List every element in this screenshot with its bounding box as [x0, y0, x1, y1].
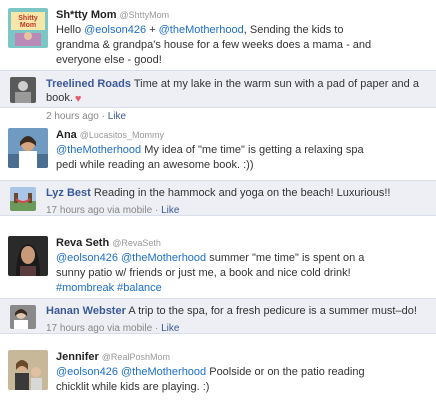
author-name[interactable]: Sh*tty Mom	[56, 9, 117, 21]
separator: ·	[152, 323, 162, 334]
tweet-body: Reva Seth @RevaSeth @eolson426 @theMother…	[56, 236, 426, 296]
tweet-ana: Ana @Lucasitos_Mommy @theMotherhood My id…	[0, 120, 436, 174]
timestamp[interactable]: 17 hours ago via mobile	[46, 323, 152, 334]
text: chicklit while kids are playing. :)	[56, 381, 210, 393]
author-handle[interactable]: @RealPoshMom	[102, 352, 170, 362]
facebook-comment-hanan-webster: Hanan Webster A trip to the spa, for a f…	[0, 298, 436, 334]
author-name[interactable]: Jennifer	[56, 351, 99, 363]
timestamp[interactable]: 17 hours ago via mobile	[46, 205, 152, 216]
text: Reading in the hammock and yoga on the b…	[90, 187, 391, 199]
facebook-comment-lyz-best: Lyz Best Reading in the hammock and yoga…	[0, 180, 436, 216]
tweet-body: Jennifer @RealPoshMom @eolson426 @theMoth…	[56, 350, 426, 395]
tweet-reva-seth: Reva Seth @RevaSeth @eolson426 @theMother…	[0, 228, 436, 294]
tweet-body: Ana @Lucasitos_Mommy @theMotherhood My id…	[56, 128, 426, 173]
text: A trip to the spa, for a fresh pedicure …	[125, 305, 417, 317]
text: Poolside or on the patio reading	[206, 366, 365, 378]
text: grandma & grandpa's house for a few week…	[56, 39, 372, 51]
author-name[interactable]: Ana	[56, 129, 77, 141]
tweet-body: Sh*tty Mom @ShttyMom Hello @eolson426 + @…	[56, 8, 426, 68]
avatar[interactable]	[8, 236, 48, 276]
text: Hello	[56, 24, 85, 36]
avatar[interactable]	[8, 350, 48, 390]
comment-body: Treelined Roads Time at my lake in the w…	[46, 77, 428, 124]
avatar[interactable]: Shitty Mom	[8, 8, 48, 48]
separator: ·	[152, 205, 162, 216]
text: summer "me time" is spent on a	[206, 252, 365, 264]
heart-icon: ♥	[74, 93, 82, 105]
avatar[interactable]	[10, 187, 36, 211]
mention-link[interactable]: @theMotherhood	[56, 144, 141, 156]
comment-body: Lyz Best Reading in the hammock and yoga…	[46, 186, 428, 218]
avatar[interactable]	[8, 128, 48, 168]
hashtag-link[interactable]: #balance	[117, 282, 162, 294]
author-handle[interactable]: @RevaSeth	[112, 238, 161, 248]
text: My idea of "me time" is getting a relaxi…	[141, 144, 364, 156]
mention-link[interactable]: @eolson426	[56, 252, 118, 264]
author-name[interactable]: Treelined Roads	[46, 78, 131, 90]
author-handle[interactable]: @ShttyMom	[120, 10, 170, 20]
author-name[interactable]: Hanan Webster	[46, 305, 126, 317]
tweet-shttymom: Shitty Mom Sh*tty Mom @ShttyMom Hello @eo…	[0, 0, 436, 66]
svg-text:Shitty: Shitty	[18, 15, 38, 22]
mention-link[interactable]: @eolson426	[84, 24, 146, 36]
facebook-comment-treelined-roads: Treelined Roads Time at my lake in the w…	[0, 70, 436, 122]
hashtag-link[interactable]: #mombreak	[56, 282, 114, 294]
svg-text:Mom: Mom	[20, 22, 36, 29]
comment-body: Hanan Webster A trip to the spa, for a f…	[46, 304, 428, 336]
author-handle[interactable]: @Lucasitos_Mommy	[80, 130, 164, 140]
mention-link[interactable]: @theMotherhood	[121, 366, 206, 378]
avatar[interactable]	[10, 77, 36, 103]
mention-link[interactable]: @eolson426	[56, 366, 118, 378]
mention-link[interactable]: @theMotherhood	[159, 24, 244, 36]
tweet-jennifer: Jennifer @RealPoshMom @eolson426 @theMoth…	[0, 344, 436, 400]
avatar[interactable]	[10, 305, 36, 329]
mention-link[interactable]: @theMotherhood	[121, 252, 206, 264]
text: +	[146, 24, 159, 36]
like-link[interactable]: Like	[161, 323, 179, 334]
author-name[interactable]: Reva Seth	[56, 237, 109, 249]
text: pedi while reading an awesome book. :))	[56, 159, 254, 171]
text: everyone else - good!	[56, 54, 162, 66]
text: sunny patio w/ friends or just me, a boo…	[56, 267, 351, 279]
like-link[interactable]: Like	[161, 205, 179, 216]
author-name[interactable]: Lyz Best	[46, 187, 91, 199]
text: , Sending the kids to	[243, 24, 344, 36]
